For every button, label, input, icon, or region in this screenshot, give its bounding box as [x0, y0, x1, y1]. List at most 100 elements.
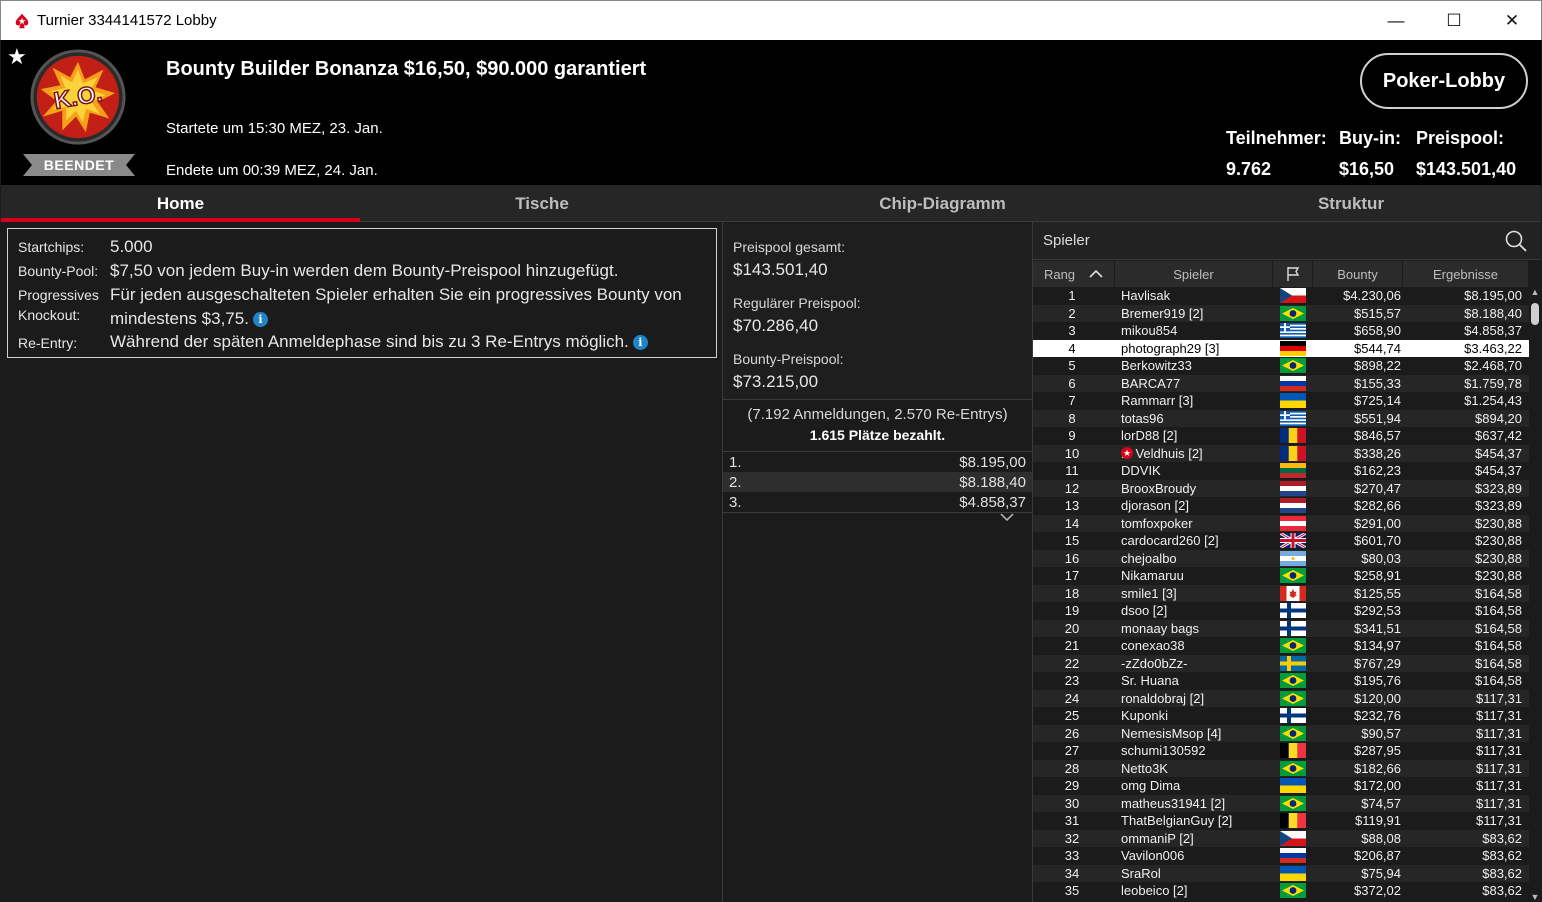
- player-row[interactable]: 6 BARCA77 $155,33 $1.759,78: [1033, 374, 1529, 392]
- player-rank: 11: [1065, 463, 1079, 478]
- player-row[interactable]: 4 photograph29 [3] $544,74 $3.463,22: [1033, 339, 1529, 357]
- player-row[interactable]: 13 djorason [2] $282,66 $323,89: [1033, 497, 1529, 515]
- player-row[interactable]: 20 monaay bags $341,51 $164,58: [1033, 619, 1529, 637]
- player-list-scrollbar[interactable]: ▲ ▼: [1529, 287, 1541, 902]
- player-search-input[interactable]: [1043, 232, 1483, 249]
- search-icon[interactable]: [1505, 230, 1527, 252]
- player-row[interactable]: 34 SraRol $75,94 $83,62: [1033, 864, 1529, 882]
- column-results[interactable]: Ergebnisse: [1403, 261, 1529, 287]
- places-paid: 1.615 Plätze bezahlt.: [809, 427, 946, 443]
- player-result: $164,58: [1475, 585, 1522, 601]
- column-country[interactable]: [1273, 261, 1313, 287]
- pko-value-line1: Für jeden ausgeschalteten Spieler erhalt…: [110, 285, 682, 304]
- favorite-star-icon[interactable]: ★: [7, 44, 27, 70]
- tab-home[interactable]: Home: [1, 185, 360, 222]
- scroll-down-icon[interactable]: ▼: [1529, 892, 1541, 902]
- column-rank[interactable]: Rang: [1033, 261, 1115, 287]
- country-flag-icon: [1280, 323, 1306, 338]
- player-rank: 34: [1064, 865, 1080, 881]
- player-row[interactable]: 16 chejoalbo $80,03 $230,88: [1033, 549, 1529, 567]
- player-name-cell: totas96: [1121, 411, 1164, 426]
- player-row[interactable]: 15 cardocard260 [2] $601,70 $230,88: [1033, 532, 1529, 550]
- poker-lobby-button[interactable]: Poker-Lobby: [1360, 53, 1528, 109]
- country-flag-icon: [1280, 393, 1306, 408]
- player-row[interactable]: 8 totas96 $551,94 $894,20: [1033, 409, 1529, 427]
- player-name-cell: omg Dima: [1121, 778, 1180, 793]
- country-flag-icon: [1280, 673, 1306, 688]
- scroll-up-icon[interactable]: ▲: [1529, 287, 1541, 297]
- player-name-cell: tomfoxpoker: [1121, 516, 1193, 531]
- player-row[interactable]: 14 tomfoxpoker $291,00 $230,88: [1033, 514, 1529, 532]
- player-row[interactable]: 3 mikou854 $658,90 $4.858,37: [1033, 322, 1529, 340]
- player-row[interactable]: 33 Vavilon006 $206,87 $83,62: [1033, 847, 1529, 865]
- player-result: $164,58: [1475, 655, 1522, 671]
- player-result: $117,31: [1475, 743, 1522, 758]
- chevron-down-icon[interactable]: [1000, 510, 1014, 524]
- player-bounty: $282,66: [1354, 498, 1401, 513]
- player-row[interactable]: 19 dsoo [2] $292,53 $164,58: [1033, 602, 1529, 620]
- column-player[interactable]: Spieler: [1115, 261, 1273, 287]
- player-name-cell: conexao38: [1121, 638, 1185, 653]
- player-row[interactable]: 1 Havlisak $4.230,06 $8.195,00: [1033, 287, 1529, 305]
- player-row[interactable]: 9 lorD88 [2] $846,57 $637,42: [1033, 427, 1529, 445]
- player-name-cell: smile1 [3]: [1121, 586, 1177, 601]
- player-row[interactable]: 7 Rammarr [3] $725,14 $1.254,43: [1033, 392, 1529, 410]
- player-name-cell: Berkowitz33: [1121, 358, 1192, 373]
- player-row[interactable]: 2 Bremer919 [2] $515,57 $8.188,40: [1033, 304, 1529, 322]
- tab-chip-chart[interactable]: Chip-Diagramm: [724, 185, 1161, 222]
- player-row[interactable]: 32 ommaniP [2] $88,08 $83,62: [1033, 829, 1529, 847]
- scroll-thumb[interactable]: [1531, 303, 1539, 325]
- prizepool-bounty-label: Bounty-Preispool:: [733, 351, 844, 367]
- tab-structure[interactable]: Struktur: [1161, 185, 1541, 222]
- player-row[interactable]: 22 -zZdo0bZz- $767,29 $164,58: [1033, 654, 1529, 672]
- player-row[interactable]: 30 matheus31941 [2] $74,57 $117,31: [1033, 794, 1529, 812]
- country-flag-icon: [1280, 533, 1306, 548]
- player-name: Nikamaruu: [1121, 568, 1184, 583]
- tab-tables[interactable]: Tische: [360, 185, 724, 222]
- player-row[interactable]: 18 smile1 [3] $125,55 $164,58: [1033, 584, 1529, 602]
- startchips-label: Startchips:: [18, 239, 85, 255]
- player-row[interactable]: 10 ★ L. Veldhuis [2] $338,26 $454,37: [1033, 444, 1529, 462]
- player-result: $1.254,43: [1464, 393, 1522, 408]
- player-row[interactable]: 23 Sr. Huana $195,76 $164,58: [1033, 672, 1529, 690]
- country-flag-icon: [1280, 813, 1306, 828]
- country-flag-icon: [1280, 708, 1306, 723]
- player-rank: 7: [1068, 393, 1076, 408]
- column-bounty[interactable]: Bounty: [1313, 261, 1403, 287]
- maximize-button[interactable]: ☐: [1425, 1, 1483, 41]
- player-row[interactable]: 27 schumi130592 $287,95 $117,31: [1033, 742, 1529, 760]
- player-name-cell: NemesisMsop [4]: [1121, 726, 1221, 741]
- info-icon[interactable]: i: [632, 335, 648, 351]
- player-name: conexao38: [1121, 638, 1185, 653]
- info-icon[interactable]: i: [252, 312, 268, 328]
- player-bounty: $155,33: [1354, 375, 1401, 391]
- player-rank: 18: [1064, 585, 1080, 601]
- payout-place: 3.: [729, 493, 742, 511]
- player-rank: 33: [1064, 848, 1080, 863]
- player-rank: 2: [1068, 305, 1076, 321]
- player-row[interactable]: 5 Berkowitz33 $898,22 $2.468,70: [1033, 357, 1529, 375]
- window-title: Turnier 3344141572 Lobby: [37, 12, 217, 29]
- minimize-button[interactable]: —: [1367, 1, 1425, 41]
- player-result: $117,31: [1475, 760, 1522, 776]
- player-name: BrooxBroudy: [1121, 480, 1197, 496]
- players-panel: Rang Spieler Bounty Ergebnisse 1 Havlisak…: [1033, 222, 1541, 902]
- player-row[interactable]: 17 Nikamaruu $258,91 $230,88: [1033, 567, 1529, 585]
- player-row[interactable]: 12 BrooxBroudy $270,47 $323,89: [1033, 479, 1529, 497]
- player-row[interactable]: 29 omg Dima $172,00 $117,31: [1033, 777, 1529, 795]
- close-button[interactable]: ✕: [1483, 1, 1541, 41]
- player-row[interactable]: 35 leobeico [2] $372,02 $83,62: [1033, 882, 1529, 900]
- prizepool-label: Preispool:: [1416, 128, 1505, 148]
- player-row[interactable]: 11 DDVIK $162,23 $454,37: [1033, 462, 1529, 480]
- player-row[interactable]: 21 conexao38 $134,97 $164,58: [1033, 637, 1529, 655]
- player-result: $117,31: [1475, 725, 1522, 741]
- player-rank: 35: [1064, 883, 1080, 898]
- player-row[interactable]: 31 ThatBelgianGuy [2] $119,91 $117,31: [1033, 812, 1529, 830]
- player-row[interactable]: 28 Netto3K $182,66 $117,31: [1033, 759, 1529, 777]
- player-row[interactable]: 25 Kuponki $232,76 $117,31: [1033, 707, 1529, 725]
- player-name: djorason [2]: [1121, 498, 1189, 513]
- player-row[interactable]: 26 NemesisMsop [4] $90,57 $117,31: [1033, 724, 1529, 742]
- player-result: $117,31: [1475, 795, 1522, 811]
- player-rank: 27: [1064, 743, 1080, 758]
- player-row[interactable]: 24 ronaldobraj [2] $120,00 $117,31: [1033, 689, 1529, 707]
